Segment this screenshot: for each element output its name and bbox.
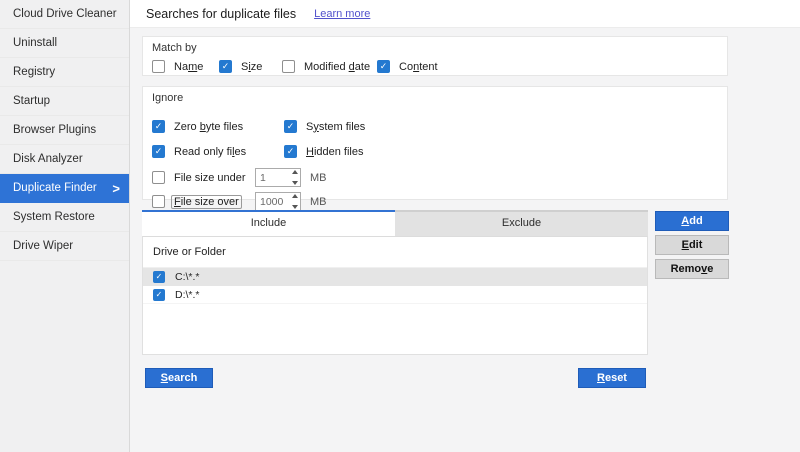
ignore-option-label: Zero byte files (174, 121, 243, 133)
ignore-option-label: File size under (174, 172, 246, 184)
focused-label: File size over (171, 195, 242, 209)
checkbox-content[interactable]: ✓ (377, 60, 390, 73)
sidebar-item-label: Startup (13, 95, 50, 107)
sidebar-item-cloud-drive-cleaner[interactable]: Cloud Drive Cleaner (0, 0, 129, 29)
ignore-option-file-size-over: File size over MB (152, 192, 327, 211)
chevron-right-icon: > (112, 174, 120, 203)
ignore-option-label: Hidden files (306, 146, 364, 158)
checkbox-hidden-files[interactable]: ✓ (284, 145, 297, 158)
sidebar-item-label: Uninstall (13, 37, 57, 49)
ignore-option-hidden-files: ✓ Hidden files (284, 145, 364, 158)
unit-label: MB (310, 196, 327, 208)
checkbox-zero-byte-files[interactable]: ✓ (152, 120, 165, 133)
sidebar-item-label: Drive Wiper (13, 240, 73, 252)
folder-row[interactable]: ✓ D:\*.* (143, 286, 647, 304)
remove-button[interactable]: Remove (655, 259, 729, 279)
search-button[interactable]: Search (145, 368, 213, 388)
ignore-option-system-files: ✓ System files (284, 120, 365, 133)
sidebar: Cloud Drive Cleaner Uninstall Registry Star… (0, 0, 130, 452)
ignore-option-label: File size over (174, 196, 246, 208)
checkbox-file-size-under[interactable] (152, 171, 165, 184)
include-exclude-tabs: IncludeExclude (142, 210, 648, 236)
sidebar-item-registry[interactable]: Registry (0, 58, 129, 87)
checkbox-size[interactable]: ✓ (219, 60, 232, 73)
learn-more-link[interactable]: Learn more (314, 8, 370, 20)
match-option-label: Name (174, 61, 203, 73)
folder-row[interactable]: ✓ C:\*.* (143, 268, 647, 286)
reset-button[interactable]: Reset (578, 368, 646, 388)
sidebar-item-system-restore[interactable]: System Restore (0, 203, 129, 232)
checkbox-file-size-over[interactable] (152, 195, 165, 208)
tab-exclude[interactable]: Exclude (395, 210, 648, 236)
checkbox-name[interactable] (152, 60, 165, 73)
sidebar-item-label: Cloud Drive Cleaner (13, 8, 117, 20)
match-option-label: Modified date (304, 61, 370, 73)
add-button[interactable]: Add (655, 211, 729, 231)
sidebar-item-duplicate-finder[interactable]: Duplicate Finder > (0, 174, 129, 203)
folder-list: Drive or Folder ✓ C:\*.* ✓ D:\*.* (142, 236, 648, 355)
file-size-under-spinner (255, 168, 301, 187)
match-option-name: Name (152, 60, 219, 73)
spinner-up-icon[interactable] (292, 170, 298, 174)
match-option-size: ✓ Size (219, 60, 282, 73)
spinner-buttons (292, 170, 298, 185)
list-column-header: Drive or Folder (143, 237, 647, 268)
sidebar-item-drive-wiper[interactable]: Drive Wiper (0, 232, 129, 261)
spinner-up-icon[interactable] (292, 194, 298, 198)
ignore-option-label: Read only files (174, 146, 246, 158)
reset-button-wrap: Reset (578, 368, 646, 388)
header-bar: Searches for duplicate files Learn more (130, 0, 800, 28)
search-button-wrap: Search (145, 368, 213, 388)
match-option-label: Content (399, 61, 438, 73)
sidebar-item-label: Browser Plugins (13, 124, 96, 136)
duplicate-finder-window: Cloud Drive Cleaner Uninstall Registry Star… (0, 0, 800, 452)
ignore-title: Ignore (152, 92, 727, 104)
ignore-option-zero-byte-files: ✓ Zero byte files (152, 120, 243, 133)
folder-checkbox[interactable]: ✓ (153, 289, 165, 301)
sidebar-item-label: Registry (13, 66, 55, 78)
folder-path: C:\*.* (175, 271, 200, 283)
folder-rows: ✓ C:\*.* ✓ D:\*.* (143, 268, 647, 304)
checkbox-system-files[interactable]: ✓ (284, 120, 297, 133)
ignore-section: Ignore ✓ Zero byte files ✓ System files ✓ Rea… (142, 86, 728, 200)
folder-checkbox[interactable]: ✓ (153, 271, 165, 283)
sidebar-item-label: Duplicate Finder (13, 182, 97, 194)
match-option-modified-date: Modified date (282, 60, 377, 73)
folder-path: D:\*.* (175, 289, 200, 301)
file-size-over-spinner (255, 192, 301, 211)
edit-button[interactable]: Edit (655, 235, 729, 255)
spinner-buttons (292, 194, 298, 209)
spinner-down-icon[interactable] (292, 205, 298, 209)
page-title: Searches for duplicate files (146, 7, 296, 21)
match-option-label: Size (241, 61, 262, 73)
spinner-down-icon[interactable] (292, 181, 298, 185)
match-by-section: Match by Name ✓ Size Modified date ✓ Content (142, 36, 728, 76)
sidebar-item-label: Disk Analyzer (13, 153, 83, 165)
ignore-option-label: System files (306, 121, 365, 133)
sidebar-item-startup[interactable]: Startup (0, 87, 129, 116)
tab-include[interactable]: Include (142, 210, 395, 236)
match-by-title: Match by (152, 42, 727, 54)
sidebar-item-disk-analyzer[interactable]: Disk Analyzer (0, 145, 129, 174)
sidebar-item-browser-plugins[interactable]: Browser Plugins (0, 116, 129, 145)
sidebar-item-label: System Restore (13, 211, 95, 223)
ignore-options: ✓ Zero byte files ✓ System files ✓ Read only … (143, 104, 727, 194)
match-option-content: ✓ Content (377, 60, 438, 73)
match-by-options: Name ✓ Size Modified date ✓ Content (152, 60, 727, 73)
list-action-buttons: Add Edit Remove (655, 211, 729, 283)
checkbox-read-only-files[interactable]: ✓ (152, 145, 165, 158)
ignore-option-file-size-under: File size under MB (152, 168, 327, 187)
sidebar-item-uninstall[interactable]: Uninstall (0, 29, 129, 58)
checkbox-modified-date[interactable] (282, 60, 295, 73)
ignore-option-read-only-files: ✓ Read only files (152, 145, 246, 158)
unit-label: MB (310, 172, 327, 184)
